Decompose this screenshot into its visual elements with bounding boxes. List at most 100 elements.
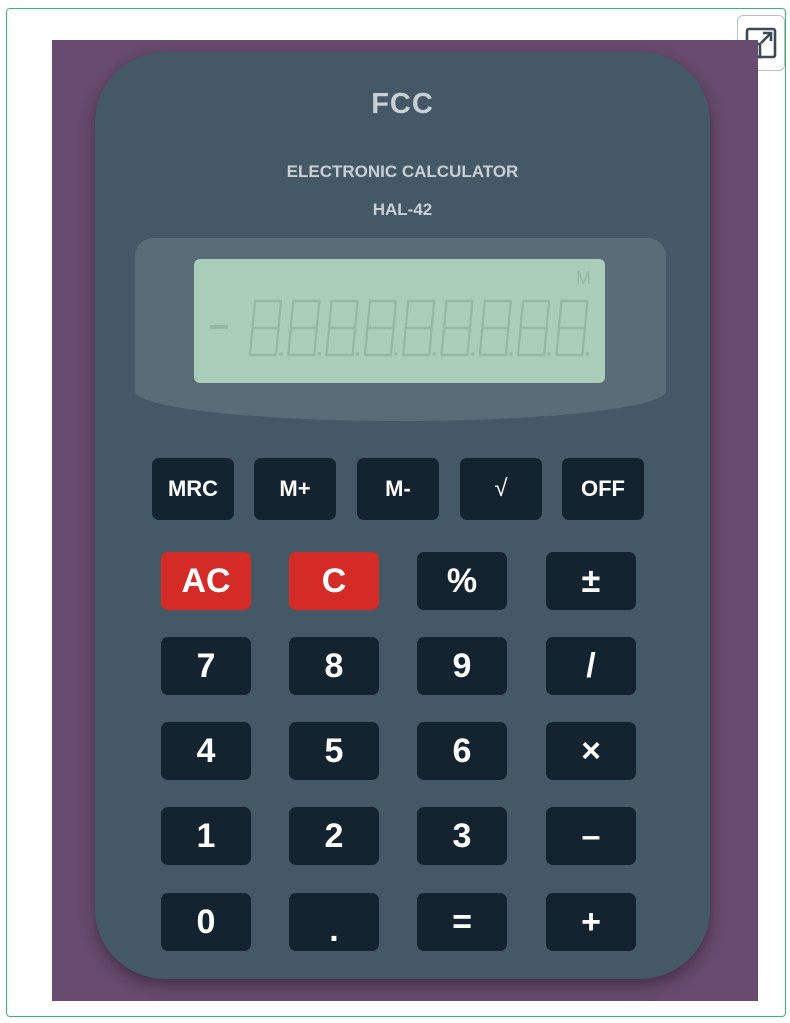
digit-3-label: 3 [452, 816, 472, 855]
lcd-segment [251, 299, 257, 330]
digit-7-button[interactable]: 7 [161, 637, 251, 695]
off-button[interactable]: OFF [562, 458, 644, 520]
digit-2-label: 2 [324, 816, 344, 855]
add-button[interactable]: + [546, 893, 636, 951]
lcd-decimal-point [317, 352, 322, 356]
lcd-segment [428, 326, 433, 357]
clear-label: C [321, 561, 347, 600]
subtract-button[interactable]: – [546, 807, 636, 865]
digit-3-button[interactable]: 3 [417, 807, 507, 865]
lcd-segment [504, 326, 510, 357]
lcd-decimal-point [509, 352, 513, 356]
lcd-segment [519, 299, 525, 330]
lcd-decimal-point [547, 352, 551, 356]
equals-label: = [452, 902, 472, 941]
brand-label: FCC [371, 88, 434, 120]
divide-label: / [586, 646, 596, 685]
digit-6-button[interactable]: 6 [417, 722, 507, 780]
digit-0-label: 0 [196, 902, 216, 941]
sqrt-label: √ [494, 475, 508, 502]
digit-1-label: 1 [196, 816, 216, 855]
lcd-segment [557, 299, 563, 330]
decimal-point-label: . [329, 910, 339, 949]
subtract-label: – [581, 816, 601, 855]
all-clear-label: AC [181, 561, 231, 600]
digit-5-label: 5 [324, 731, 344, 770]
calculator-body: FCC ELECTRONIC CALCULATOR HAL-42 M MRC M… [95, 52, 710, 979]
lcd-sign-segment [210, 325, 228, 329]
digit-0-button[interactable]: 0 [161, 893, 251, 951]
lcd-digits-svg [248, 299, 590, 357]
lcd-segment [363, 326, 369, 357]
lcd-segment [353, 299, 359, 330]
app-stage: FCC ELECTRONIC CALCULATOR HAL-42 M MRC M… [52, 40, 758, 1001]
memory-indicator: M [576, 268, 591, 288]
digit-9-button[interactable]: 9 [417, 637, 507, 695]
mrc-button[interactable]: MRC [152, 458, 234, 520]
digit-4-button[interactable]: 4 [161, 722, 251, 780]
digit-8-button[interactable]: 8 [289, 637, 379, 695]
m-plus-button[interactable]: M+ [254, 458, 336, 520]
digit-5-button[interactable]: 5 [289, 722, 379, 780]
digit-8-label: 8 [324, 646, 344, 685]
m-minus-button[interactable]: M- [357, 458, 439, 520]
percent-button[interactable]: % [417, 552, 507, 610]
lcd-segment [389, 326, 395, 357]
m-plus-label: M+ [279, 476, 311, 501]
mrc-label: MRC [167, 476, 219, 501]
sqrt-button[interactable]: √ [460, 458, 542, 520]
lcd-segment [466, 326, 472, 357]
lcd-decimal-point [355, 352, 360, 356]
lcd-segment [287, 326, 292, 357]
subtitle-label: ELECTRONIC CALCULATOR [286, 162, 519, 181]
digit-1-button[interactable]: 1 [161, 807, 251, 865]
lcd-segment [325, 326, 331, 357]
digit-6-label: 6 [452, 731, 472, 770]
equals-button[interactable]: = [417, 893, 507, 951]
lcd-segment [442, 299, 448, 330]
digit-9-label: 9 [452, 646, 472, 685]
all-clear-button[interactable]: AC [161, 552, 251, 610]
lcd-segment [430, 299, 436, 330]
lcd-decimal-point [585, 352, 590, 356]
lcd-segment [277, 299, 283, 330]
lcd-segment [507, 299, 512, 330]
lcd-segment [327, 299, 333, 330]
lcd-segment [517, 326, 522, 357]
multiply-button[interactable]: × [546, 722, 636, 780]
add-label: + [581, 902, 601, 941]
lcd-segment [543, 326, 548, 357]
lcd-segment [468, 299, 474, 330]
decimal-point-button[interactable]: . [289, 893, 379, 951]
display-housing: M [135, 238, 666, 421]
m-minus-label: M- [385, 476, 411, 501]
lcd-segment [545, 299, 551, 330]
lcd-segment [351, 326, 357, 357]
lcd-segment [404, 299, 410, 330]
lcd-segment [248, 326, 254, 357]
lcd-segment [583, 299, 589, 330]
divide-button[interactable]: / [546, 637, 636, 695]
off-label: OFF [581, 476, 625, 501]
percent-label: % [446, 561, 478, 600]
clear-button[interactable]: C [289, 552, 379, 610]
model-label: HAL-42 [372, 200, 433, 219]
lcd-segment [274, 326, 280, 357]
lcd-decimal-point [470, 352, 475, 356]
lcd-segment [555, 326, 560, 357]
lcd-segment [581, 326, 586, 357]
plus-minus-label: ± [581, 561, 601, 600]
digit-4-label: 4 [196, 731, 216, 770]
lcd-decimal-point [279, 352, 283, 356]
lcd-segment [366, 299, 372, 330]
digit-2-button[interactable]: 2 [289, 807, 379, 865]
lcd-decimal-point [432, 352, 436, 356]
lcd-segment [313, 326, 318, 357]
lcd-segment [402, 326, 407, 357]
lcd-display: M [194, 259, 605, 383]
lcd-segment [478, 326, 484, 357]
digit-7-label: 7 [196, 646, 216, 685]
lcd-segment [481, 299, 486, 330]
lcd-segment [289, 299, 295, 330]
plus-minus-button[interactable]: ± [546, 552, 636, 610]
